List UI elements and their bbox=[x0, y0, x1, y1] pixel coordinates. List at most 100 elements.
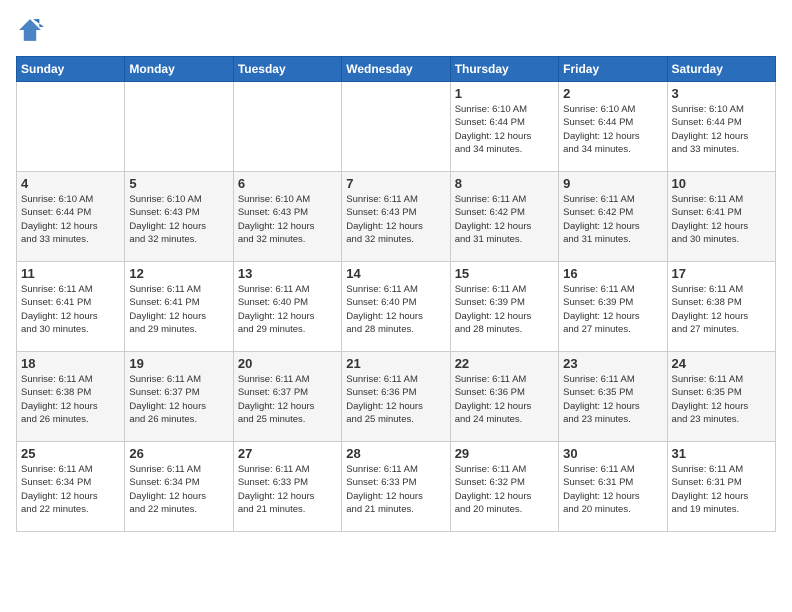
day-cell: 4 Sunrise: 6:10 AM Sunset: 6:44 PM Daylig… bbox=[17, 172, 125, 262]
day-info: Sunrise: 6:11 AM Sunset: 6:41 PM Dayligh… bbox=[672, 193, 771, 246]
day-number: 4 bbox=[21, 176, 120, 191]
week-row-1: 1 Sunrise: 6:10 AM Sunset: 6:44 PM Daylig… bbox=[17, 82, 776, 172]
day-cell: 25 Sunrise: 6:11 AM Sunset: 6:34 PM Dayli… bbox=[17, 442, 125, 532]
day-number: 27 bbox=[238, 446, 337, 461]
day-number: 25 bbox=[21, 446, 120, 461]
header-friday: Friday bbox=[559, 57, 667, 82]
day-info: Sunrise: 6:11 AM Sunset: 6:41 PM Dayligh… bbox=[21, 283, 120, 336]
day-cell: 24 Sunrise: 6:11 AM Sunset: 6:35 PM Dayli… bbox=[667, 352, 775, 442]
day-cell: 26 Sunrise: 6:11 AM Sunset: 6:34 PM Dayli… bbox=[125, 442, 233, 532]
week-row-5: 25 Sunrise: 6:11 AM Sunset: 6:34 PM Dayli… bbox=[17, 442, 776, 532]
day-info: Sunrise: 6:10 AM Sunset: 6:44 PM Dayligh… bbox=[21, 193, 120, 246]
day-number: 15 bbox=[455, 266, 554, 281]
day-cell: 6 Sunrise: 6:10 AM Sunset: 6:43 PM Daylig… bbox=[233, 172, 341, 262]
day-info: Sunrise: 6:11 AM Sunset: 6:34 PM Dayligh… bbox=[21, 463, 120, 516]
day-cell: 13Sunrise: 6:11 AM Sunset: 6:40 PM Dayli… bbox=[233, 262, 341, 352]
day-cell: 19 Sunrise: 6:11 AM Sunset: 6:37 PM Dayli… bbox=[125, 352, 233, 442]
day-number: 26 bbox=[129, 446, 228, 461]
day-cell bbox=[125, 82, 233, 172]
day-cell: 8Sunrise: 6:11 AM Sunset: 6:42 PM Daylig… bbox=[450, 172, 558, 262]
day-number: 11 bbox=[21, 266, 120, 281]
day-info: Sunrise: 6:11 AM Sunset: 6:41 PM Dayligh… bbox=[129, 283, 228, 336]
day-number: 5 bbox=[129, 176, 228, 191]
day-number: 7 bbox=[346, 176, 445, 191]
header-saturday: Saturday bbox=[667, 57, 775, 82]
day-info: Sunrise: 6:11 AM Sunset: 6:33 PM Dayligh… bbox=[346, 463, 445, 516]
day-number: 18 bbox=[21, 356, 120, 371]
day-cell: 2 Sunrise: 6:10 AM Sunset: 6:44 PM Daylig… bbox=[559, 82, 667, 172]
day-info: Sunrise: 6:11 AM Sunset: 6:36 PM Dayligh… bbox=[455, 373, 554, 426]
day-info: Sunrise: 6:11 AM Sunset: 6:37 PM Dayligh… bbox=[238, 373, 337, 426]
day-info: Sunrise: 6:11 AM Sunset: 6:37 PM Dayligh… bbox=[129, 373, 228, 426]
day-info: Sunrise: 6:11 AM Sunset: 6:40 PM Dayligh… bbox=[238, 283, 337, 336]
day-cell: 14Sunrise: 6:11 AM Sunset: 6:40 PM Dayli… bbox=[342, 262, 450, 352]
day-info: Sunrise: 6:10 AM Sunset: 6:44 PM Dayligh… bbox=[672, 103, 771, 156]
day-info: Sunrise: 6:11 AM Sunset: 6:34 PM Dayligh… bbox=[129, 463, 228, 516]
week-row-4: 18Sunrise: 6:11 AM Sunset: 6:38 PM Dayli… bbox=[17, 352, 776, 442]
header-tuesday: Tuesday bbox=[233, 57, 341, 82]
day-cell: 21 Sunrise: 6:11 AM Sunset: 6:36 PM Dayli… bbox=[342, 352, 450, 442]
day-number: 10 bbox=[672, 176, 771, 191]
day-number: 19 bbox=[129, 356, 228, 371]
day-cell: 30 Sunrise: 6:11 AM Sunset: 6:31 PM Dayli… bbox=[559, 442, 667, 532]
day-cell: 1 Sunrise: 6:10 AM Sunset: 6:44 PM Daylig… bbox=[450, 82, 558, 172]
day-number: 24 bbox=[672, 356, 771, 371]
day-cell bbox=[233, 82, 341, 172]
header-monday: Monday bbox=[125, 57, 233, 82]
header-thursday: Thursday bbox=[450, 57, 558, 82]
day-cell: 10 Sunrise: 6:11 AM Sunset: 6:41 PM Dayli… bbox=[667, 172, 775, 262]
day-number: 31 bbox=[672, 446, 771, 461]
day-number: 20 bbox=[238, 356, 337, 371]
day-info: Sunrise: 6:11 AM Sunset: 6:33 PM Dayligh… bbox=[238, 463, 337, 516]
day-info: Sunrise: 6:10 AM Sunset: 6:44 PM Dayligh… bbox=[455, 103, 554, 156]
day-cell bbox=[17, 82, 125, 172]
day-cell: 29 Sunrise: 6:11 AM Sunset: 6:32 PM Dayli… bbox=[450, 442, 558, 532]
day-cell: 17Sunrise: 6:11 AM Sunset: 6:38 PM Dayli… bbox=[667, 262, 775, 352]
day-number: 2 bbox=[563, 86, 662, 101]
day-cell: 11 Sunrise: 6:11 AM Sunset: 6:41 PM Dayli… bbox=[17, 262, 125, 352]
day-number: 21 bbox=[346, 356, 445, 371]
day-number: 17 bbox=[672, 266, 771, 281]
logo bbox=[16, 16, 48, 44]
day-number: 3 bbox=[672, 86, 771, 101]
day-info: Sunrise: 6:10 AM Sunset: 6:44 PM Dayligh… bbox=[563, 103, 662, 156]
day-number: 8 bbox=[455, 176, 554, 191]
day-info: Sunrise: 6:10 AM Sunset: 6:43 PM Dayligh… bbox=[129, 193, 228, 246]
day-number: 22 bbox=[455, 356, 554, 371]
day-info: Sunrise: 6:11 AM Sunset: 6:39 PM Dayligh… bbox=[563, 283, 662, 336]
day-cell: 18Sunrise: 6:11 AM Sunset: 6:38 PM Dayli… bbox=[17, 352, 125, 442]
day-cell: 5 Sunrise: 6:10 AM Sunset: 6:43 PM Daylig… bbox=[125, 172, 233, 262]
day-number: 16 bbox=[563, 266, 662, 281]
day-cell: 28 Sunrise: 6:11 AM Sunset: 6:33 PM Dayli… bbox=[342, 442, 450, 532]
header-wednesday: Wednesday bbox=[342, 57, 450, 82]
day-info: Sunrise: 6:11 AM Sunset: 6:32 PM Dayligh… bbox=[455, 463, 554, 516]
day-cell: 27 Sunrise: 6:11 AM Sunset: 6:33 PM Dayli… bbox=[233, 442, 341, 532]
page-header bbox=[16, 16, 776, 44]
calendar-table: SundayMondayTuesdayWednesdayThursdayFrid… bbox=[16, 56, 776, 532]
day-number: 30 bbox=[563, 446, 662, 461]
day-number: 23 bbox=[563, 356, 662, 371]
day-info: Sunrise: 6:11 AM Sunset: 6:39 PM Dayligh… bbox=[455, 283, 554, 336]
day-info: Sunrise: 6:11 AM Sunset: 6:36 PM Dayligh… bbox=[346, 373, 445, 426]
day-info: Sunrise: 6:11 AM Sunset: 6:31 PM Dayligh… bbox=[563, 463, 662, 516]
day-cell: 12 Sunrise: 6:11 AM Sunset: 6:41 PM Dayli… bbox=[125, 262, 233, 352]
day-number: 6 bbox=[238, 176, 337, 191]
day-info: Sunrise: 6:10 AM Sunset: 6:43 PM Dayligh… bbox=[238, 193, 337, 246]
day-number: 29 bbox=[455, 446, 554, 461]
day-info: Sunrise: 6:11 AM Sunset: 6:35 PM Dayligh… bbox=[563, 373, 662, 426]
header-sunday: Sunday bbox=[17, 57, 125, 82]
day-number: 12 bbox=[129, 266, 228, 281]
day-cell: 22 Sunrise: 6:11 AM Sunset: 6:36 PM Dayli… bbox=[450, 352, 558, 442]
logo-icon bbox=[16, 16, 44, 44]
day-cell bbox=[342, 82, 450, 172]
day-cell: 3 Sunrise: 6:10 AM Sunset: 6:44 PM Daylig… bbox=[667, 82, 775, 172]
day-info: Sunrise: 6:11 AM Sunset: 6:43 PM Dayligh… bbox=[346, 193, 445, 246]
day-cell: 20 Sunrise: 6:11 AM Sunset: 6:37 PM Dayli… bbox=[233, 352, 341, 442]
day-number: 1 bbox=[455, 86, 554, 101]
day-info: Sunrise: 6:11 AM Sunset: 6:35 PM Dayligh… bbox=[672, 373, 771, 426]
day-number: 9 bbox=[563, 176, 662, 191]
day-info: Sunrise: 6:11 AM Sunset: 6:31 PM Dayligh… bbox=[672, 463, 771, 516]
day-cell: 31 Sunrise: 6:11 AM Sunset: 6:31 PM Dayli… bbox=[667, 442, 775, 532]
day-number: 28 bbox=[346, 446, 445, 461]
day-number: 14 bbox=[346, 266, 445, 281]
